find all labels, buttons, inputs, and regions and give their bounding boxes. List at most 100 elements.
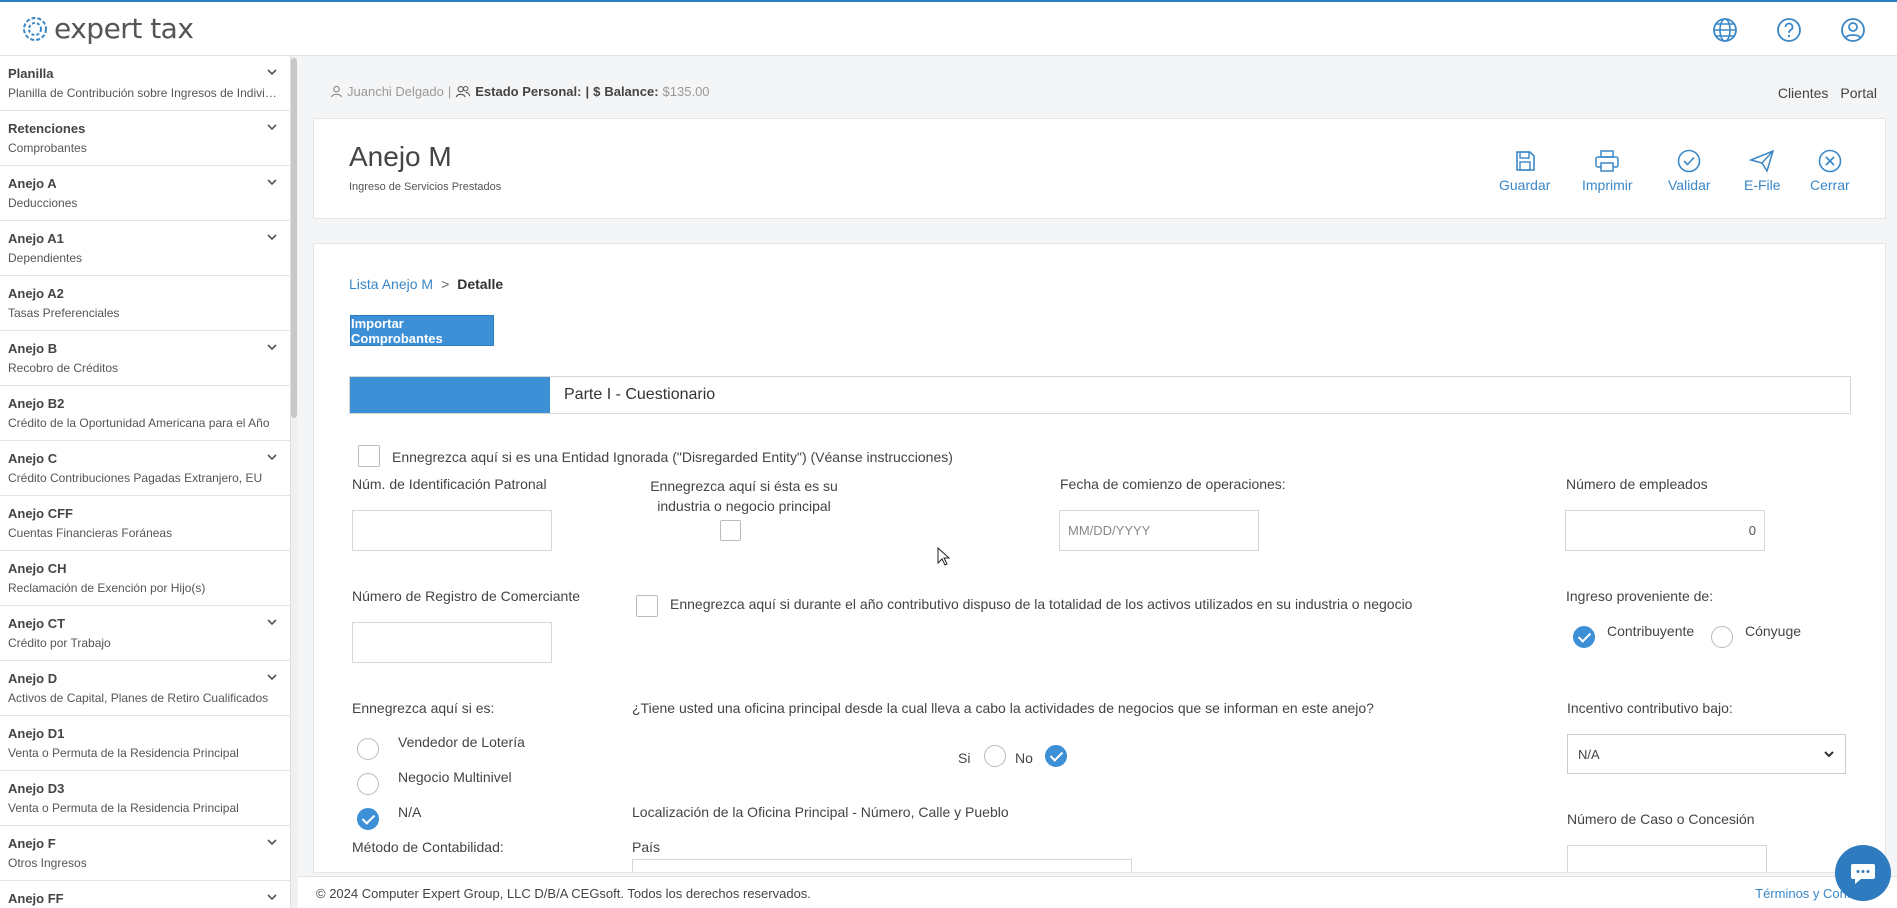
sidebar-item-title: Anejo A2 bbox=[8, 286, 64, 301]
sidebar-item-subtitle: Crédito de la Oportunidad Americana para… bbox=[8, 416, 270, 430]
incentivo-contributivo-select[interactable]: N/A bbox=[1567, 734, 1846, 774]
chevron-down-icon[interactable] bbox=[266, 616, 278, 628]
sidebar-item-anejo-d3[interactable]: Anejo D3 Venta o Permuta de la Residencia… bbox=[0, 771, 290, 826]
sidebar-item-anejo-b2[interactable]: Anejo B2 Crédito de la Oportunidad Americ… bbox=[0, 386, 290, 441]
industria-principal-checkbox[interactable] bbox=[720, 520, 741, 541]
numero-empleados-label: Número de empleados bbox=[1566, 476, 1708, 492]
sidebar-item-subtitle: Venta o Permuta de la Residencia Princip… bbox=[8, 801, 239, 815]
logo-icon bbox=[23, 16, 47, 41]
na-radio[interactable] bbox=[357, 808, 379, 830]
num-patronal-input[interactable] bbox=[352, 510, 552, 551]
sidebar-item-anejo-d[interactable]: Anejo D Activos de Capital, Planes de Ret… bbox=[0, 661, 290, 716]
user-account-icon[interactable] bbox=[1839, 16, 1867, 44]
incentivo-selected-value: N/A bbox=[1578, 746, 1600, 762]
help-icon[interactable] bbox=[1775, 16, 1803, 44]
sidebar-item-title: Anejo CT bbox=[8, 616, 66, 631]
sidebar-item-anejo-c[interactable]: Anejo C Crédito Contribuciones Pagadas Ex… bbox=[0, 441, 290, 496]
sidebar-item-title: Anejo A bbox=[8, 176, 57, 191]
imprimir-button[interactable]: Imprimir bbox=[1582, 149, 1633, 193]
numero-empleados-input[interactable]: 0 bbox=[1565, 510, 1765, 551]
cerrar-label: Cerrar bbox=[1810, 177, 1850, 193]
breadcrumb-current: Detalle bbox=[457, 276, 504, 292]
negocio-multinivel-radio[interactable] bbox=[357, 773, 379, 795]
sidebar-item-anejo-a1[interactable]: Anejo A1 Dependientes bbox=[0, 221, 290, 276]
chevron-down-icon[interactable] bbox=[266, 891, 278, 903]
sidebar-item-anejo-d1[interactable]: Anejo D1 Venta o Permuta de la Residencia… bbox=[0, 716, 290, 771]
sidebar-item-anejo-a2[interactable]: Anejo A2 Tasas Preferenciales bbox=[0, 276, 290, 331]
efile-label: E-File bbox=[1744, 177, 1781, 193]
oficina-si-radio[interactable] bbox=[984, 745, 1006, 767]
sidebar-item-anejo-a[interactable]: Anejo A Deducciones bbox=[0, 166, 290, 221]
activos-dispuestos-checkbox[interactable] bbox=[636, 595, 658, 617]
registro-comerciante-input[interactable] bbox=[352, 622, 552, 663]
num-patronal-label: Núm. de Identificación Patronal bbox=[352, 476, 547, 492]
balance-label: Balance: bbox=[604, 84, 659, 99]
validar-button[interactable]: Validar bbox=[1668, 149, 1711, 193]
sidebar-item-anejo-f[interactable]: Anejo F Otros Ingresos bbox=[0, 826, 290, 881]
sidebar-scroll-thumb[interactable] bbox=[291, 58, 297, 418]
cerrar-button[interactable]: Cerrar bbox=[1810, 149, 1850, 193]
sidebar-item-planilla[interactable]: Planilla Planilla de Contribución sobre I… bbox=[0, 56, 290, 111]
sidebar-item-title: Anejo D bbox=[8, 671, 58, 686]
sidebar-item-anejo-ff[interactable]: Anejo FF bbox=[0, 881, 290, 908]
pais-label: País bbox=[632, 839, 661, 855]
numero-caso-label: Número de Caso o Concesión bbox=[1567, 811, 1755, 827]
pais-input[interactable] bbox=[632, 859, 1132, 872]
sidebar-item-subtitle: Activos de Capital, Planes de Retiro Cua… bbox=[8, 691, 269, 705]
oficina-no-radio[interactable] bbox=[1045, 745, 1067, 767]
chevron-down-icon[interactable] bbox=[266, 836, 278, 848]
sidebar-item-subtitle: Cuentas Financieras Foráneas bbox=[8, 526, 173, 540]
section-title: Parte I - Cuestionario bbox=[564, 386, 716, 403]
vendedor-loteria-radio[interactable] bbox=[357, 738, 379, 760]
chevron-down-icon[interactable] bbox=[266, 231, 278, 243]
app-logo[interactable]: expert tax bbox=[22, 12, 194, 45]
industria-principal-label: Ennegrezca aquí si ésta es su industria … bbox=[634, 476, 854, 516]
check-circle-icon bbox=[1677, 149, 1701, 173]
chevron-down-icon[interactable] bbox=[266, 671, 278, 683]
chevron-down-icon[interactable] bbox=[266, 121, 278, 133]
sidebar-item-title: Anejo A1 bbox=[8, 231, 64, 246]
sidebar-item-subtitle: Crédito Contribuciones Pagadas Extranjer… bbox=[8, 471, 263, 485]
estado-personal-label: Estado Personal: bbox=[475, 84, 582, 99]
separator: | bbox=[585, 84, 590, 99]
conyuge-radio[interactable] bbox=[1711, 626, 1733, 648]
sidebar-item-title: Anejo CH bbox=[8, 561, 67, 576]
si-label: Si bbox=[958, 750, 971, 766]
activos-dispuestos-label: Ennegrezca aquí si durante el año contri… bbox=[670, 596, 1413, 612]
globe-icon[interactable] bbox=[1711, 16, 1739, 44]
printer-icon bbox=[1595, 150, 1620, 172]
registro-comerciante-label: Número de Registro de Comerciante bbox=[352, 588, 580, 604]
sidebar-item-anejo-ct[interactable]: Anejo CT Crédito por Trabajo bbox=[0, 606, 290, 661]
fecha-comienzo-input[interactable]: MM/DD/YYYY bbox=[1059, 510, 1259, 551]
importar-comprobantes-button[interactable]: Importar Comprobantes bbox=[350, 315, 494, 346]
numero-caso-input[interactable] bbox=[1567, 845, 1767, 872]
sidebar-item-subtitle: Tasas Preferenciales bbox=[8, 306, 120, 320]
sidebar-item-anejo-ch[interactable]: Anejo CH Reclamación de Exención por Hijo… bbox=[0, 551, 290, 606]
footer: © 2024 Computer Expert Group, LLC D/B/A … bbox=[298, 876, 1897, 908]
separator: | bbox=[447, 84, 452, 99]
send-icon bbox=[1749, 149, 1775, 173]
portal-link[interactable]: Portal bbox=[1840, 85, 1877, 101]
section-accent bbox=[350, 377, 550, 413]
guardar-button[interactable]: Guardar bbox=[1499, 149, 1550, 193]
contribuyente-radio[interactable] bbox=[1573, 626, 1595, 648]
sidebar-item-retenciones[interactable]: Retenciones Comprobantes bbox=[0, 111, 290, 166]
sidebar-item-title: Anejo D3 bbox=[8, 781, 65, 796]
chevron-down-icon[interactable] bbox=[266, 66, 278, 78]
page-title: Anejo M bbox=[349, 141, 452, 172]
breadcrumb-link-lista[interactable]: Lista Anejo M bbox=[349, 276, 433, 292]
sidebar-item-title: Anejo D1 bbox=[8, 726, 65, 741]
chat-button[interactable] bbox=[1835, 845, 1891, 901]
clientes-link[interactable]: Clientes bbox=[1778, 85, 1829, 101]
efile-button[interactable]: E-File bbox=[1744, 149, 1781, 193]
sidebar-item-anejo-b[interactable]: Anejo B Recobro de Créditos bbox=[0, 331, 290, 386]
chevron-down-icon[interactable] bbox=[266, 451, 278, 463]
chevron-down-icon[interactable] bbox=[266, 176, 278, 188]
chevron-down-icon[interactable] bbox=[266, 341, 278, 353]
sidebar-item-anejo-cff[interactable]: Anejo CFF Cuentas Financieras Foráneas bbox=[0, 496, 290, 551]
contribuyente-label: Contribuyente bbox=[1607, 623, 1695, 639]
sidebar-item-subtitle: Dependientes bbox=[8, 251, 83, 265]
sidebar-item-title: Retenciones bbox=[8, 121, 86, 136]
sidebar-item-title: Anejo FF bbox=[8, 891, 64, 906]
disregarded-entity-checkbox[interactable] bbox=[358, 445, 380, 467]
